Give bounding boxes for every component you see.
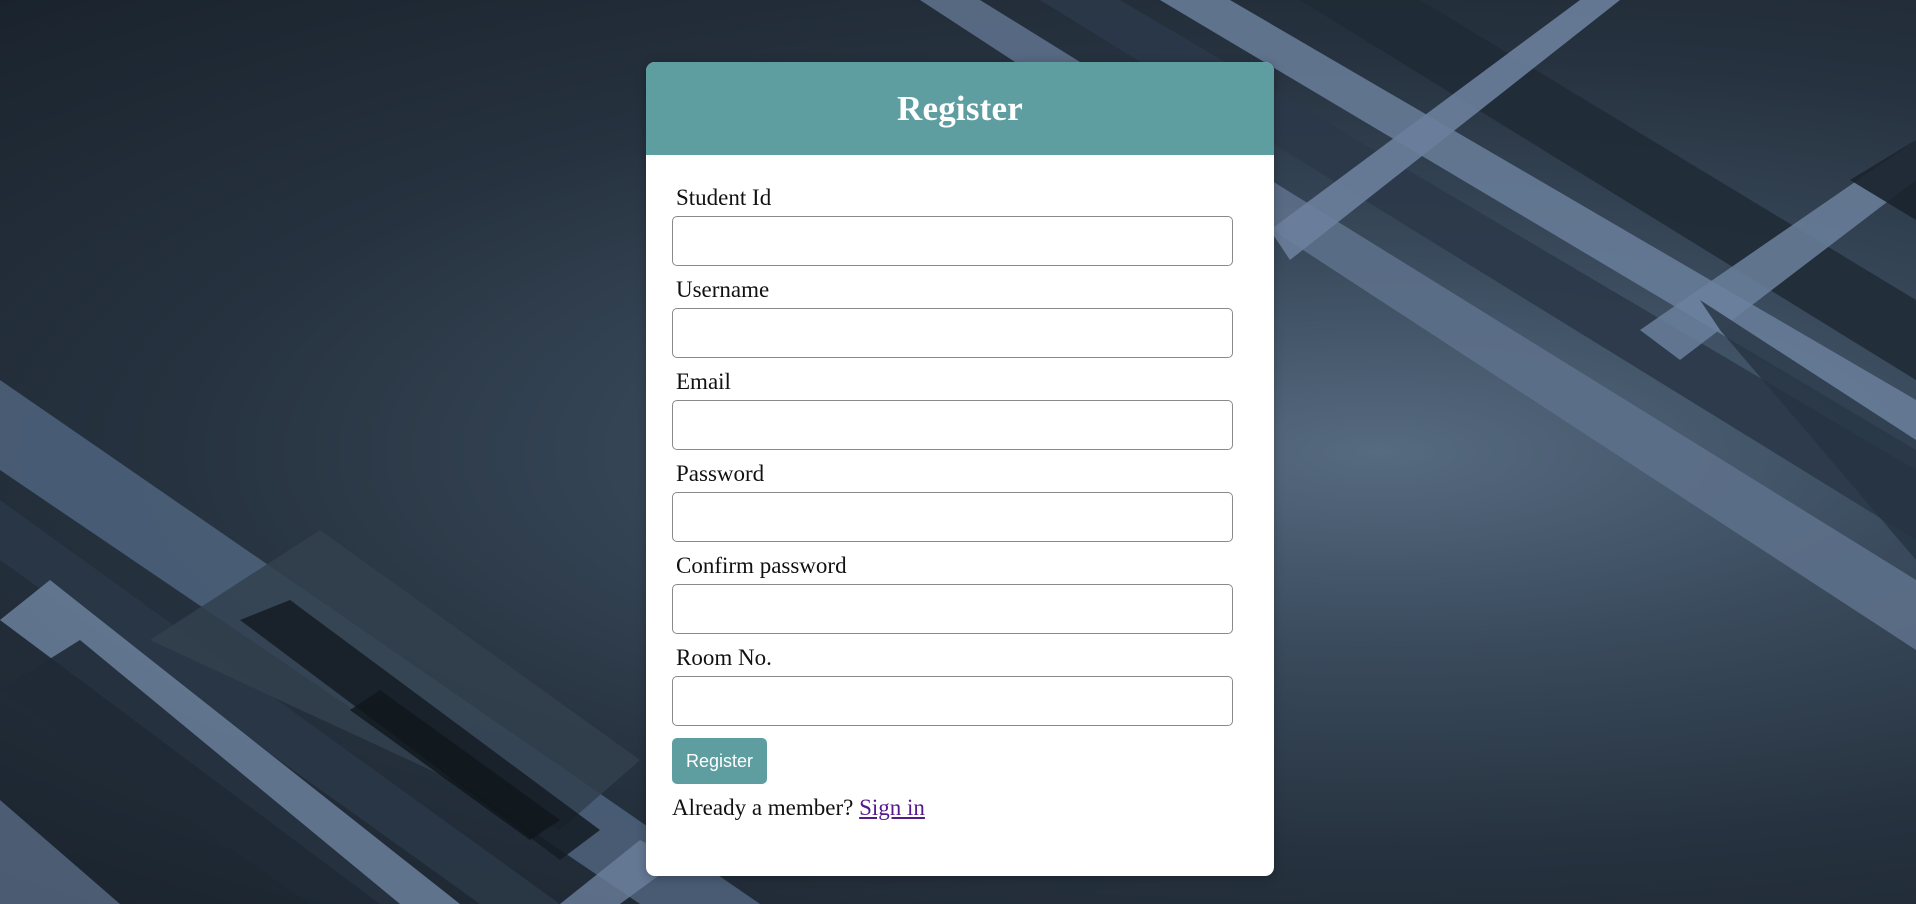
email-input[interactable] (672, 400, 1233, 450)
password-label: Password (676, 461, 765, 486)
password-input[interactable] (672, 492, 1233, 542)
signin-prompt: Already a member? Sign in (672, 795, 1274, 821)
username-input[interactable] (672, 308, 1233, 358)
email-group: Email (672, 358, 1274, 450)
room-no-label: Room No. (676, 645, 772, 670)
student-id-group: Student Id (672, 155, 1274, 266)
email-label: Email (676, 369, 731, 394)
sign-in-link[interactable]: Sign in (859, 795, 925, 820)
student-id-input[interactable] (672, 216, 1233, 266)
username-label: Username (676, 277, 770, 302)
password-group: Password (672, 450, 1274, 542)
card-header: Register (646, 62, 1274, 155)
student-id-label: Student Id (676, 185, 772, 210)
username-group: Username (672, 266, 1274, 358)
confirm-password-label: Confirm password (676, 553, 847, 578)
already-member-text: Already a member? (672, 795, 854, 820)
room-no-group: Room No. (672, 634, 1274, 726)
confirm-password-input[interactable] (672, 584, 1233, 634)
room-no-input[interactable] (672, 676, 1233, 726)
confirm-password-group: Confirm password (672, 542, 1274, 634)
register-button[interactable]: Register (672, 738, 767, 784)
form-title: Register (897, 88, 1023, 128)
register-card: Register Student Id Username Email Passw… (646, 62, 1274, 876)
register-form: Student Id Username Email Password Confi… (646, 155, 1274, 821)
